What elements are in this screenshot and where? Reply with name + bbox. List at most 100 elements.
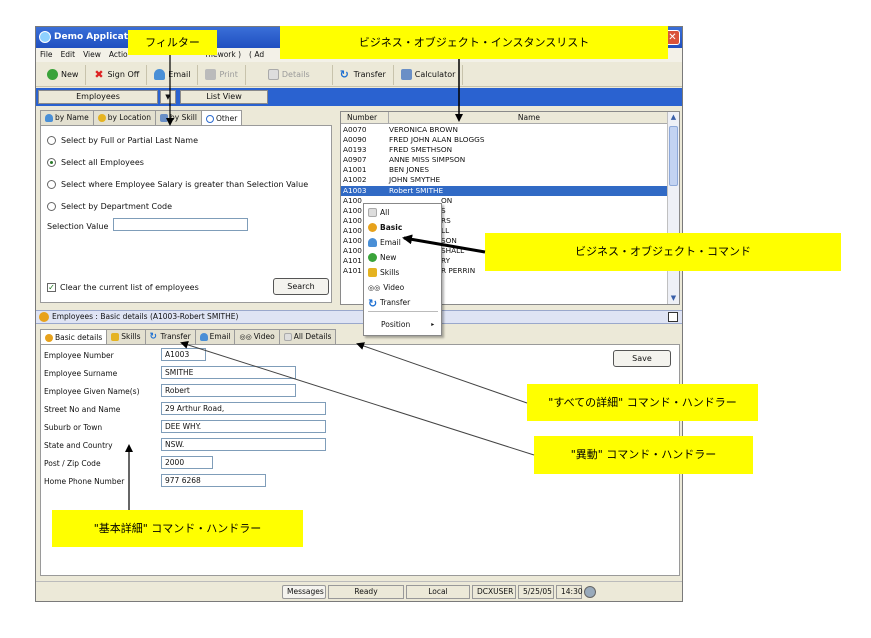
callout-all-details-handler: "すべての詳細" コマンド・ハンドラー — [527, 384, 758, 421]
radio-all-employees[interactable]: Select all Employees — [47, 158, 144, 167]
list-item[interactable]: A0907 ANNE MISS SIMPSON — [341, 155, 669, 165]
radio-by-salary[interactable]: Select where Employee Salary is greater … — [47, 180, 308, 189]
print-button[interactable]: Print — [198, 64, 246, 85]
radio-label: Select where Employee Salary is greater … — [61, 180, 309, 189]
status-ready: Ready — [328, 584, 404, 599]
email-button[interactable]: Email — [147, 64, 199, 85]
menu-file[interactable]: File — [40, 48, 53, 62]
transfer-button[interactable]: ↻ Transfer — [333, 64, 394, 85]
menu-item-transfer[interactable]: ↻ Transfer — [368, 298, 411, 309]
menu-item-email[interactable]: Email — [368, 238, 401, 247]
tab-by-name[interactable]: by Name — [40, 110, 94, 125]
field-label: Employee Given Name(s) — [44, 387, 140, 396]
object-dropdown[interactable]: Employees — [38, 90, 158, 104]
callout-instance-list: ビジネス・オブジェクト・インスタンスリスト — [280, 26, 668, 59]
radio-button[interactable] — [47, 158, 56, 167]
menu-actions[interactable]: Actio — [109, 48, 128, 62]
new-button[interactable]: New — [40, 64, 87, 85]
tab-by-skill[interactable]: by Skill — [155, 110, 202, 125]
column-number[interactable]: Number — [341, 112, 389, 123]
post-code-field[interactable]: 2000 — [161, 456, 213, 469]
state-country-field[interactable]: NSW. — [161, 438, 326, 451]
street-field[interactable]: 29 Arthur Road, — [161, 402, 326, 415]
details-icon — [267, 69, 279, 80]
tab-email[interactable]: Email — [194, 329, 236, 344]
tab-by-location[interactable]: by Location — [92, 110, 157, 125]
cell-name: FRED SMETHSON — [389, 145, 453, 155]
list-item[interactable]: A1001 BEN JONES — [341, 165, 669, 175]
object-selector-bar: Employees ▼ List View — [36, 88, 682, 106]
tab-transfer[interactable]: ↻ Transfer — [144, 329, 196, 344]
list-scrollbar[interactable]: ▲ ▼ — [667, 112, 679, 304]
location-icon — [97, 114, 106, 122]
tab-all-details[interactable]: All Details — [278, 329, 337, 344]
tab-skills[interactable]: Skills — [106, 329, 146, 344]
messages-button[interactable]: Messages — [282, 584, 326, 599]
list-item[interactable]: A1003 Robert SMITHE — [341, 185, 669, 196]
print-icon — [205, 69, 217, 80]
menu-view[interactable]: View — [83, 48, 101, 62]
column-name[interactable]: Name — [389, 112, 669, 123]
email-icon — [199, 333, 208, 341]
menu-item-basic[interactable]: Basic — [368, 223, 402, 232]
checkbox[interactable]: ✓ — [47, 283, 56, 292]
submenu-arrow-icon: ▸ — [431, 321, 435, 328]
transfer-icon: ↻ — [339, 68, 349, 81]
skills-icon — [111, 333, 120, 341]
tab-label: by Location — [107, 113, 152, 122]
list-item[interactable]: A0090 FRED JOHN ALAN BLOGGS — [341, 135, 669, 145]
selection-value-label: Selection Value — [47, 222, 109, 231]
radio-by-last-name[interactable]: Select by Full or Partial Last Name — [47, 136, 198, 145]
given-name-field[interactable]: Robert — [161, 384, 296, 397]
details-button[interactable]: Details — [246, 64, 333, 85]
tab-label: Email — [209, 332, 231, 341]
menu-edit[interactable]: Edit — [61, 48, 76, 62]
app-icon — [39, 31, 51, 43]
employee-icon — [39, 312, 49, 322]
scroll-down-icon[interactable]: ▼ — [668, 293, 679, 304]
scroll-thumb[interactable] — [669, 126, 678, 186]
save-button[interactable]: Save — [613, 350, 671, 367]
field-label: Post / Zip Code — [44, 459, 101, 468]
status-time: 14:30 — [556, 584, 583, 599]
radio-button[interactable] — [47, 136, 56, 145]
sign-off-button[interactable]: ✖ Sign Off — [86, 64, 148, 85]
surname-field[interactable]: SMITHE — [161, 366, 296, 379]
video-icon: ◎◎ — [239, 333, 252, 341]
radio-by-department[interactable]: Select by Department Code — [47, 202, 172, 211]
chevron-down-icon[interactable]: ▼ — [160, 90, 176, 104]
detail-tabs: Basic details Skills ↻ Transfer Email ◎◎ V… — [40, 329, 337, 345]
list-item[interactable]: A1002 JOHN SMYTHE — [341, 175, 669, 185]
menu-item-skills[interactable]: Skills — [368, 268, 399, 277]
search-button[interactable]: Search — [273, 278, 329, 295]
email-icon — [368, 238, 377, 247]
minimize-icon[interactable] — [668, 312, 678, 322]
menu-item-all[interactable]: All — [368, 208, 389, 217]
tab-basic-details[interactable]: Basic details — [40, 329, 108, 345]
list-item[interactable]: A0193 FRED SMETHSON — [341, 145, 669, 155]
menu-item-label: Transfer — [380, 298, 411, 307]
menu-item-label: Skills — [380, 268, 400, 277]
scroll-up-icon[interactable]: ▲ — [668, 112, 679, 123]
tab-video[interactable]: ◎◎ Video — [234, 329, 280, 344]
suburb-field[interactable]: DEE WHY. — [161, 420, 326, 433]
phone-field[interactable]: 977 6268 — [161, 474, 266, 487]
radio-label: Select by Full or Partial Last Name — [61, 136, 199, 145]
employee-number-field[interactable]: A1003 — [161, 348, 206, 361]
checkbox-label: Clear the current list of employees — [60, 283, 199, 292]
menu-admin[interactable]: ( Ad — [249, 48, 264, 62]
menu-item-label: Video — [383, 283, 405, 292]
radio-button[interactable] — [47, 202, 56, 211]
radio-button[interactable] — [47, 180, 56, 189]
menu-item-new[interactable]: New — [368, 253, 396, 262]
menu-item-video[interactable]: ◎◎ Video — [368, 283, 404, 292]
selection-value-input[interactable] — [113, 218, 248, 231]
clear-list-checkbox[interactable]: ✓ Clear the current list of employees — [47, 283, 199, 292]
toolbar: New ✖ Sign Off Email Print Details ↻ Trans… — [36, 63, 682, 87]
list-item[interactable]: A0070 VERONICA BROWN — [341, 125, 669, 135]
list-view-button[interactable]: List View — [180, 90, 268, 104]
menu-item-position[interactable]: Position ▸ — [381, 320, 434, 329]
tab-other[interactable]: Other — [200, 110, 243, 126]
calculator-label: Calculator — [414, 70, 456, 79]
calculator-button[interactable]: Calculator — [394, 64, 464, 85]
